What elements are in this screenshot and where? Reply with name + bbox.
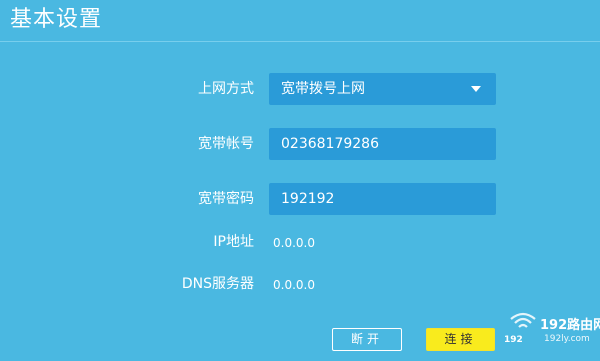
connect-button[interactable]: 连接 — [426, 328, 495, 351]
watermark-number: 192 — [504, 335, 523, 345]
account-label: 宽带帐号 — [198, 136, 254, 152]
ip-value: 0.0.0.0 — [273, 236, 315, 250]
watermark-brand: 192路由网 — [540, 318, 600, 333]
account-value: 02368179286 — [281, 136, 379, 152]
password-label: 宽带密码 — [198, 191, 254, 207]
disconnect-button[interactable]: 断开 — [332, 328, 402, 351]
page-title: 基本设置 — [10, 7, 103, 32]
chevron-down-icon — [471, 86, 481, 92]
dns-label: DNS服务器 — [181, 276, 254, 292]
password-input[interactable]: 192192 — [269, 183, 496, 215]
watermark-site: 192ly.com — [544, 334, 590, 344]
ip-label: IP地址 — [213, 234, 254, 250]
watermark-logo: 192路由网 192 192ly.com — [504, 310, 600, 361]
connection-type-value: 宽带拨号上网 — [281, 81, 365, 97]
account-input[interactable]: 02368179286 — [269, 128, 496, 160]
connection-type-select[interactable]: 宽带拨号上网 — [269, 73, 496, 105]
password-value: 192192 — [281, 191, 335, 207]
wifi-icon — [510, 312, 536, 328]
connection-type-label: 上网方式 — [198, 81, 254, 97]
dns-value: 0.0.0.0 — [273, 278, 315, 292]
title-divider — [0, 41, 600, 42]
